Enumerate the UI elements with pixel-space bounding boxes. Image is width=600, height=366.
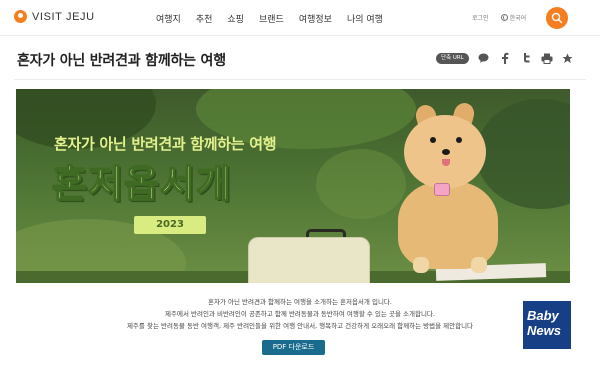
bookmark-icon[interactable] bbox=[562, 52, 574, 64]
dog-eye bbox=[456, 137, 462, 143]
menu-item-brand[interactable]: 브랜드 bbox=[259, 12, 284, 25]
menu-item-recommend[interactable]: 추천 bbox=[196, 12, 213, 25]
intro-line: 제주를 찾는 반려동물 동반 여행객, 제주 반려인들을 위한 여행 안내서, … bbox=[126, 322, 474, 330]
watermark-line: News bbox=[527, 323, 561, 338]
watermark-line: Baby bbox=[527, 308, 559, 323]
print-icon[interactable] bbox=[541, 52, 553, 64]
language-label: 한국어 bbox=[509, 15, 527, 22]
dog-camera-icon bbox=[434, 183, 450, 196]
facebook-icon[interactable] bbox=[499, 52, 511, 64]
foliage-shape bbox=[316, 149, 406, 219]
site-logo[interactable]: VISIT JEJU bbox=[14, 10, 95, 23]
intro-line: 혼자가 아닌 반려견과 함께하는 여행을 소개하는 혼저옵서개 입니다. bbox=[208, 298, 392, 306]
dog-eye bbox=[430, 137, 436, 143]
menu-item-travel-info[interactable]: 여행정보 bbox=[299, 12, 332, 25]
suitcase-illustration bbox=[248, 237, 370, 283]
language-selector[interactable]: 한국어 bbox=[500, 13, 527, 22]
login-link[interactable]: 로그인 bbox=[472, 13, 489, 22]
menu-item-my-trip[interactable]: 나의 여행 bbox=[347, 12, 383, 25]
search-button[interactable] bbox=[546, 7, 568, 29]
hero-subtitle: 혼자가 아닌 반려견과 함께하는 여행 bbox=[54, 135, 277, 153]
dog-paw bbox=[413, 257, 429, 273]
hero-title: 혼저옵서개 bbox=[51, 161, 232, 207]
dog-tongue bbox=[442, 159, 450, 166]
babynews-watermark: Baby News bbox=[523, 301, 571, 349]
title-divider bbox=[14, 79, 586, 80]
menu-item-destinations[interactable]: 여행지 bbox=[156, 12, 181, 25]
intro-line: 제주에서 반려인과 비반려인이 공존하고 함께 반려동물과 동반하여 여행할 수… bbox=[165, 310, 435, 318]
menu-item-shopping[interactable]: 쇼핑 bbox=[227, 12, 244, 25]
top-navigation-bar: VISIT JEJU 여행지 추천 쇼핑 브랜드 여행정보 나의 여행 로그인 … bbox=[0, 0, 600, 36]
share-toolbar: 단축 URL bbox=[436, 52, 574, 64]
talk-icon[interactable] bbox=[478, 52, 490, 64]
main-menu: 여행지 추천 쇼핑 브랜드 여행정보 나의 여행 bbox=[156, 12, 383, 25]
intro-text: 혼자가 아닌 반려견과 함께하는 여행을 소개하는 혼저옵서개 입니다. 제주에… bbox=[0, 296, 600, 332]
foliage-shape bbox=[476, 99, 570, 209]
utility-links: 로그인 한국어 bbox=[472, 13, 526, 22]
hero-year-badge: 2023 bbox=[134, 216, 206, 234]
logo-text: VISIT JEJU bbox=[32, 10, 95, 23]
globe-icon bbox=[500, 14, 508, 21]
dog-paw bbox=[471, 257, 487, 273]
page-title: 혼자가 아닌 반려견과 함께하는 여행 bbox=[17, 53, 226, 69]
twitter-icon[interactable] bbox=[520, 52, 532, 64]
search-icon bbox=[551, 12, 563, 24]
dog-nose bbox=[442, 149, 450, 155]
pdf-download-button[interactable]: PDF 다운로드 bbox=[262, 340, 325, 355]
logo-mark-icon bbox=[14, 10, 27, 23]
hero-banner: 혼자가 아닌 반려견과 함께하는 여행 혼저옵서개 2023 bbox=[16, 89, 570, 283]
short-url-button[interactable]: 단축 URL bbox=[436, 52, 469, 64]
